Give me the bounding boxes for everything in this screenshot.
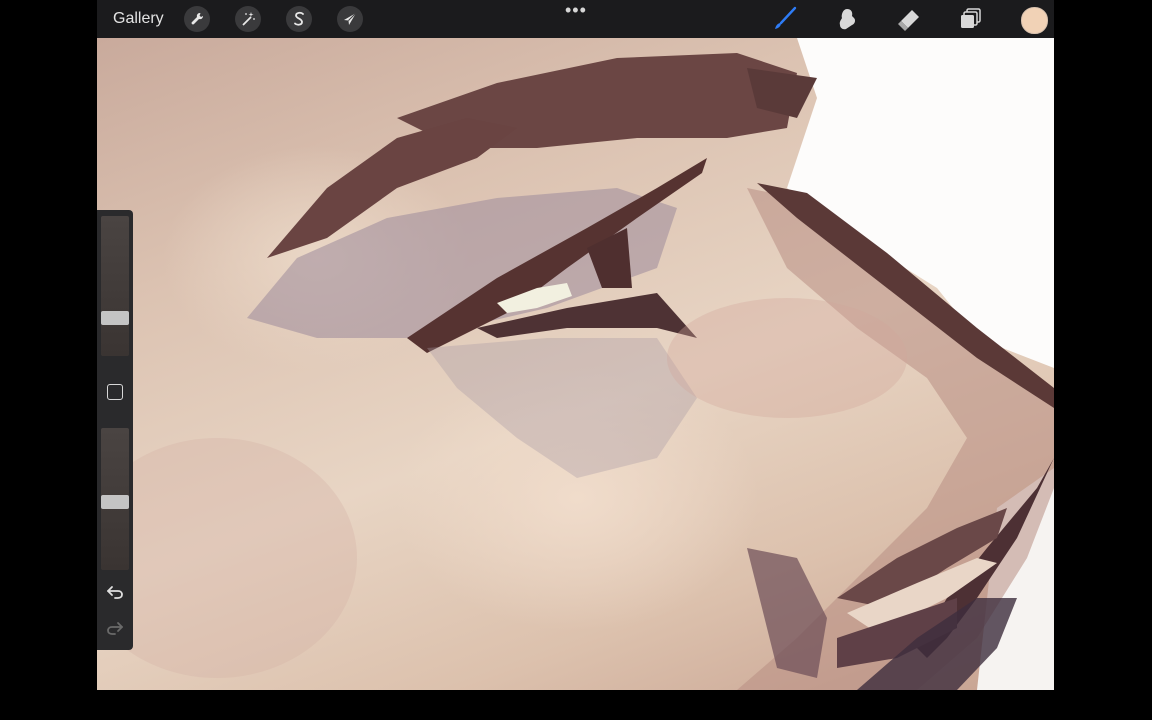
drawing-canvas[interactable] <box>97 38 1054 690</box>
undo-icon <box>107 586 123 599</box>
brush-icon <box>775 6 797 29</box>
smudge-tool-button[interactable] <box>834 6 860 32</box>
layers-button[interactable] <box>958 6 984 32</box>
adjustments-button[interactable] <box>235 6 261 32</box>
brush-tool-button[interactable] <box>772 6 798 32</box>
opacity-slider[interactable] <box>101 428 129 570</box>
eraser-tool-button[interactable] <box>896 6 922 32</box>
more-options-button[interactable]: ••• <box>565 1 587 19</box>
color-picker-button[interactable] <box>1021 7 1048 34</box>
magic-wand-icon <box>242 12 255 26</box>
redo-button[interactable] <box>105 618 125 638</box>
brush-size-handle[interactable] <box>101 311 129 325</box>
transform-button[interactable] <box>337 6 363 32</box>
painting-strokes <box>97 38 1054 690</box>
layers-icon <box>961 8 981 28</box>
actions-button[interactable] <box>184 6 210 32</box>
top-toolbar: Gallery ••• <box>97 0 1054 38</box>
smudge-icon <box>839 9 856 30</box>
modify-button[interactable] <box>107 384 123 400</box>
arrow-cursor-icon <box>344 12 357 25</box>
undo-button[interactable] <box>105 582 125 602</box>
s-curve-icon <box>294 11 304 26</box>
wrench-icon <box>191 12 204 25</box>
redo-icon <box>107 622 123 635</box>
gallery-button[interactable]: Gallery <box>113 0 164 38</box>
eraser-icon <box>898 10 919 31</box>
brush-size-slider[interactable] <box>101 216 129 356</box>
opacity-handle[interactable] <box>101 495 129 509</box>
side-toolbar <box>97 210 133 650</box>
selection-button[interactable] <box>286 6 312 32</box>
